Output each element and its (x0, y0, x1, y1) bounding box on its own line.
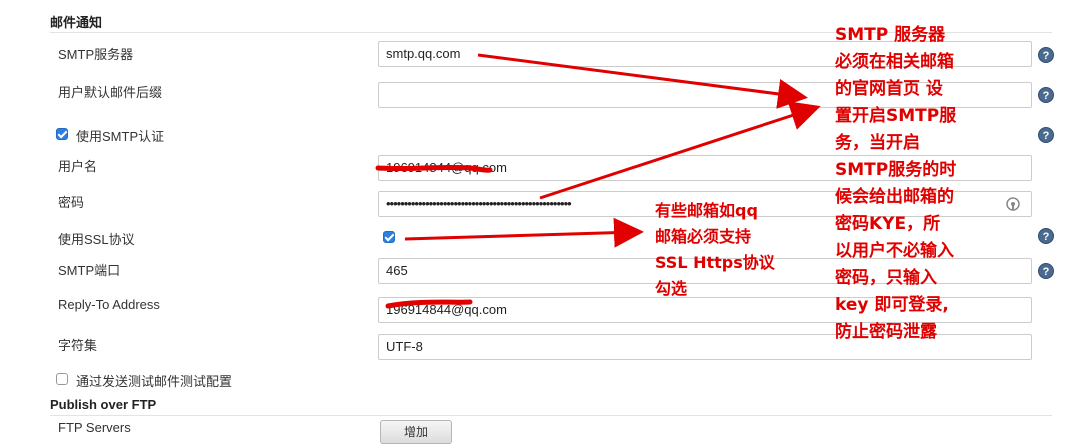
annotation-line: SMTP 服务器 (835, 25, 946, 45)
use-ssl-label: 使用SSL协议 (58, 232, 135, 247)
annotation-line: SMTP服务的时 (835, 160, 957, 180)
annotation-ssl-note: 有些邮箱如qq 邮箱必须支持 SSL Https协议 勾选 (655, 198, 775, 302)
annotation-line: 勾选 (655, 279, 688, 298)
use-smtp-auth-checkbox[interactable] (56, 128, 68, 140)
question-circle-icon[interactable]: ? (1038, 87, 1054, 103)
smtp-server-label: SMTP服务器 (58, 47, 134, 62)
ftp-servers-label: FTP Servers (58, 420, 131, 435)
use-smtp-auth-label: 使用SMTP认证 (76, 129, 165, 144)
password-label: 密码 (58, 195, 85, 210)
annotation-line: 候会给出邮箱的 (835, 187, 954, 207)
question-circle-icon[interactable]: ? (1038, 263, 1054, 279)
question-circle-icon[interactable]: ? (1038, 127, 1054, 143)
question-circle-icon[interactable]: ? (1038, 47, 1054, 63)
annotation-line: 必须在相关邮箱 (835, 52, 954, 72)
annotation-smtp-note: SMTP 服务器 必须在相关邮箱 的官网首页 设 置开启SMTP服 务，当开启 … (835, 22, 956, 346)
section-title-ftp: Publish over FTP (50, 397, 157, 412)
annotation-line: 务，当开启 (835, 133, 920, 153)
key-toggle-icon[interactable] (1005, 196, 1021, 212)
annotation-line: 防止密码泄露 (835, 322, 937, 342)
test-config-label: 通过发送测试邮件测试配置 (76, 374, 233, 389)
annotation-line: SSL Https协议 (655, 253, 775, 272)
section-divider (50, 415, 1052, 416)
annotation-line: 密码，只输入 (835, 268, 937, 288)
test-config-checkbox[interactable] (56, 373, 68, 385)
add-ftp-server-button[interactable]: 增加 (380, 420, 452, 444)
username-label: 用户名 (58, 159, 98, 174)
smtp-port-label: SMTP端口 (58, 263, 121, 278)
annotation-line: 密码KYE，所 (835, 214, 941, 234)
annotation-line: key 即可登录, (835, 295, 949, 315)
arrow-ssl (404, 217, 644, 248)
default-suffix-label: 用户默认邮件后缀 (58, 85, 163, 100)
annotation-line: 的官网首页 设 (835, 79, 943, 99)
section-title-mail: 邮件通知 (50, 15, 103, 30)
charset-label: 字符集 (58, 338, 98, 353)
annotation-line: 有些邮箱如qq (655, 201, 758, 220)
annotation-line: 置开启SMTP服 (835, 106, 957, 126)
question-circle-icon[interactable]: ? (1038, 228, 1054, 244)
reply-to-label: Reply-To Address (58, 297, 160, 312)
annotation-line: 以用户不必输入 (835, 241, 954, 261)
arrow-password (539, 101, 821, 200)
use-ssl-checkbox[interactable] (383, 231, 395, 243)
annotation-line: 邮箱必须支持 (655, 227, 752, 246)
